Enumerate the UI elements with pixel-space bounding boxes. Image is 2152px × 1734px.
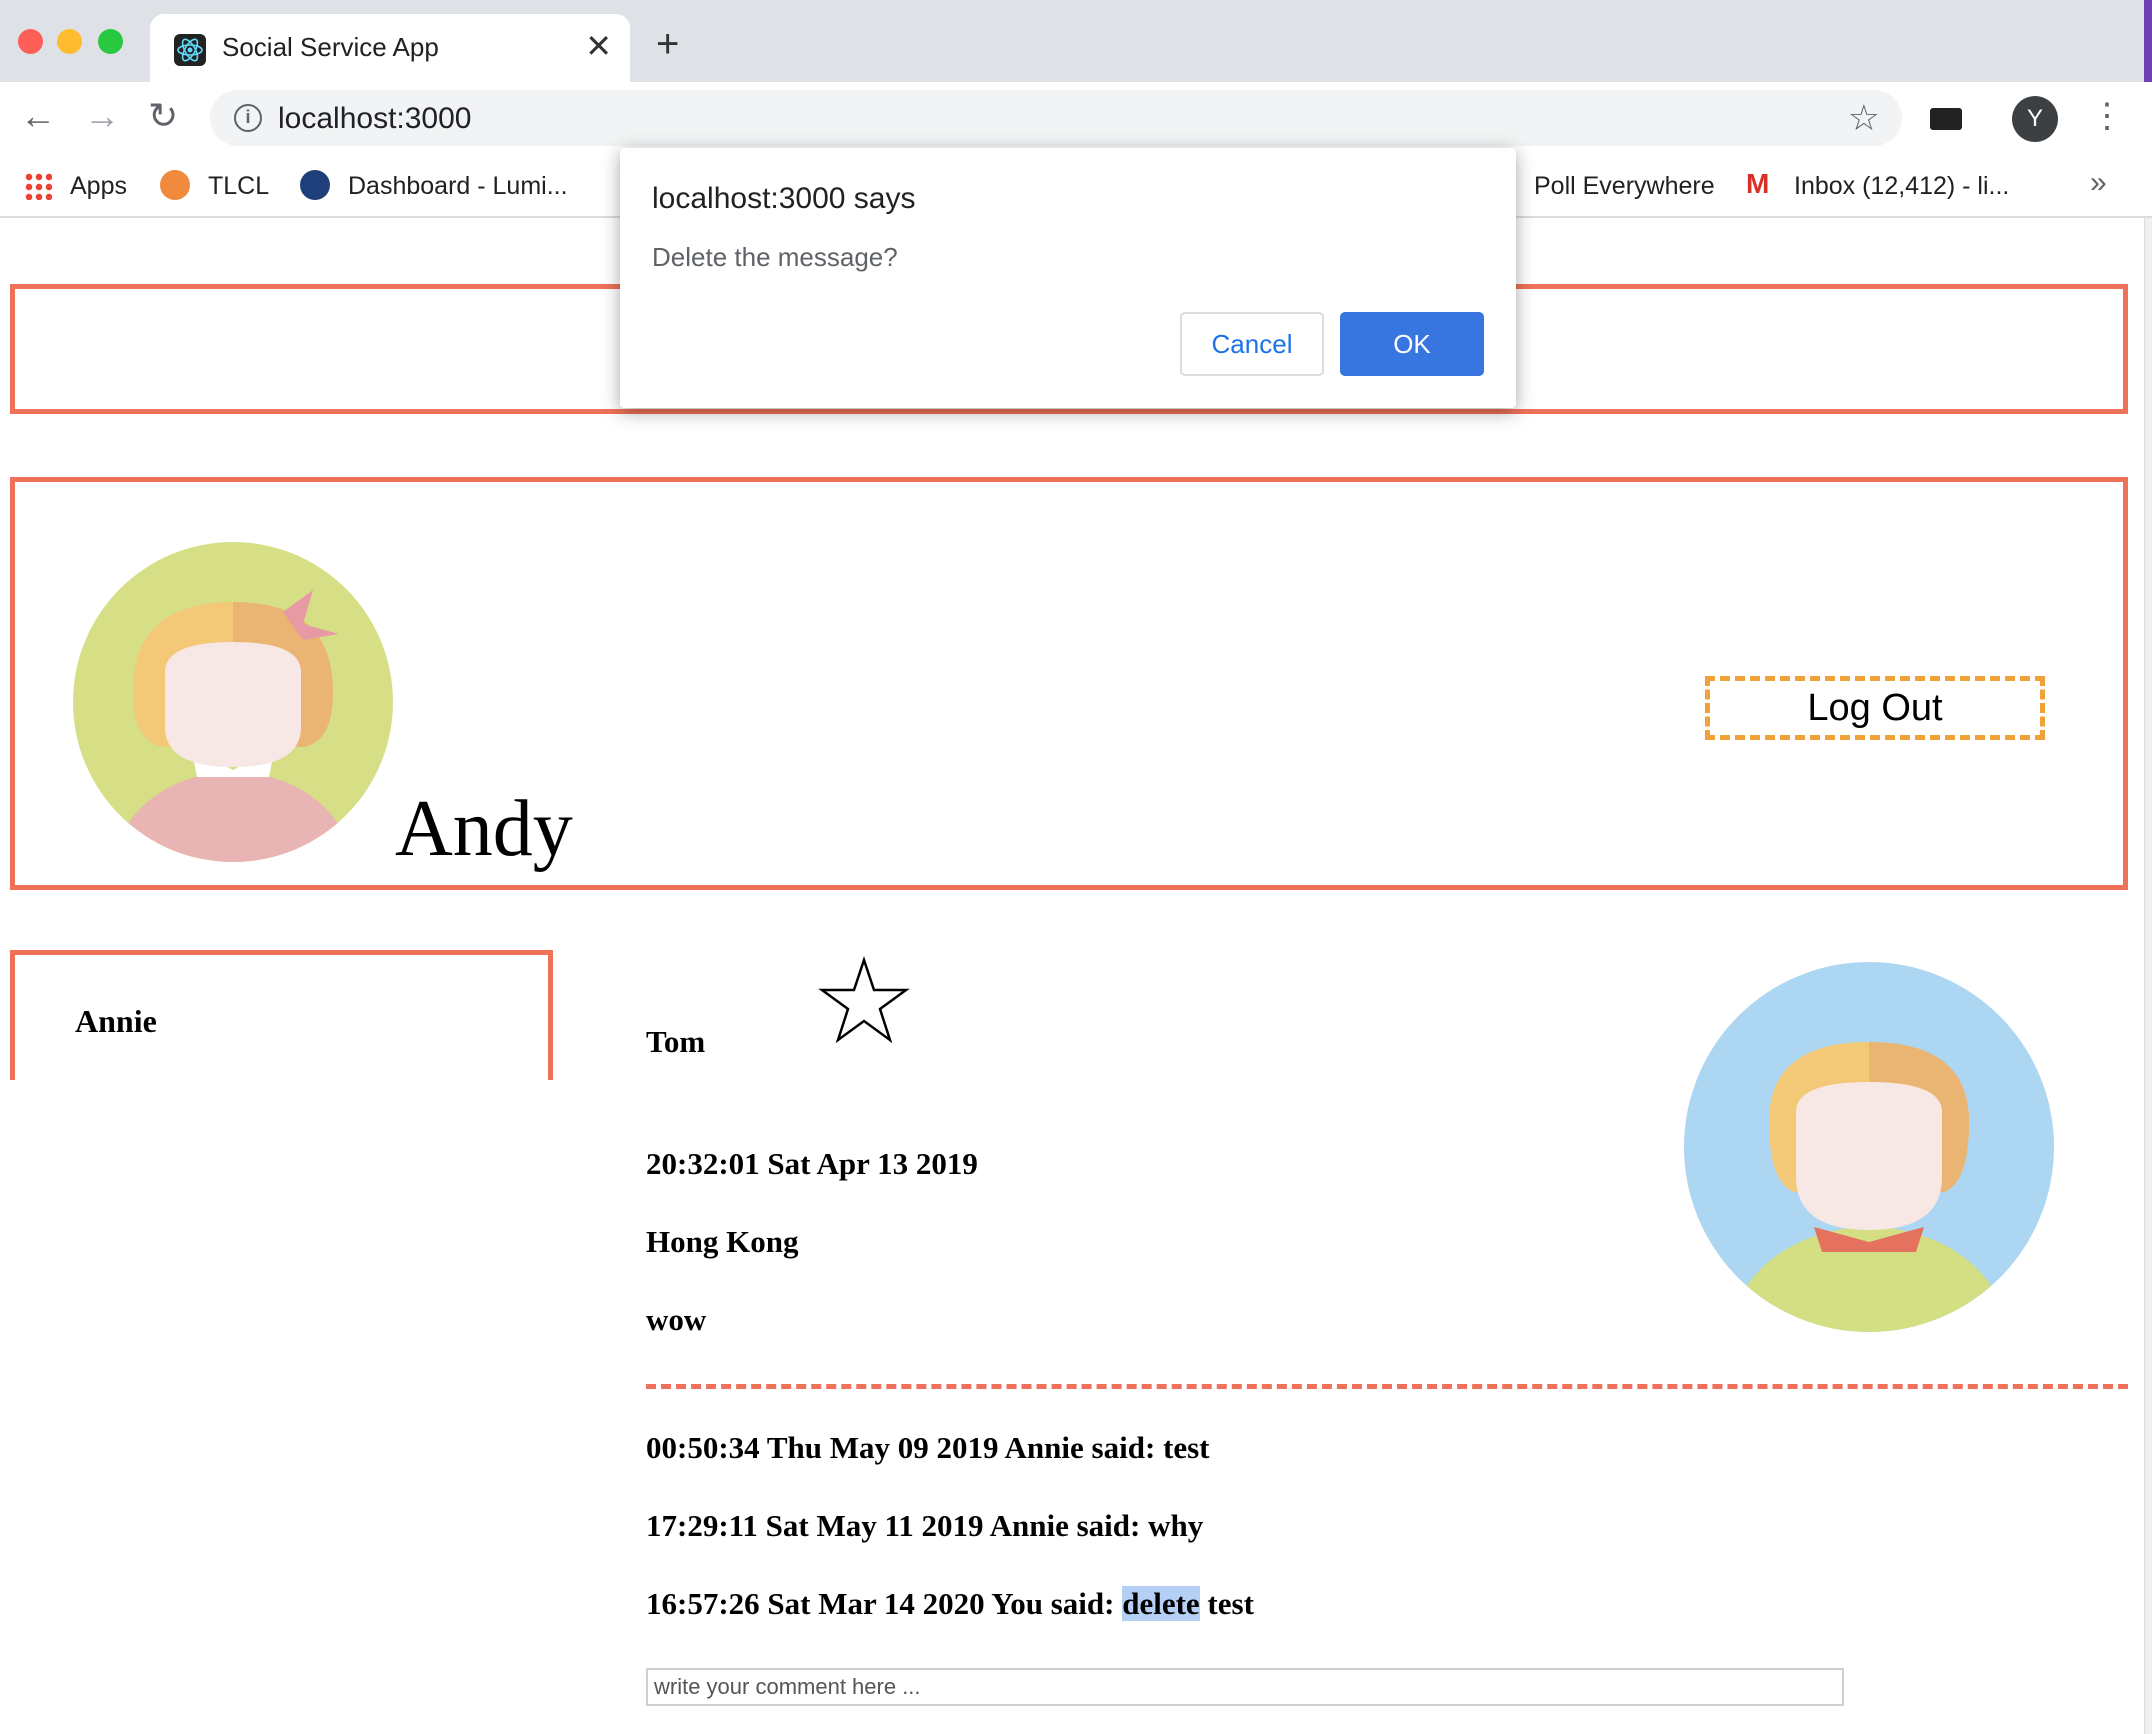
bookmark-label: Dashboard - Lumi... <box>348 172 568 200</box>
more-bookmarks-icon[interactable]: » <box>2090 166 2107 200</box>
post-author-avatar <box>1684 962 2054 1332</box>
confirm-dialog: localhost:3000 says Delete the message? … <box>620 148 1516 408</box>
scrollbar[interactable] <box>2144 218 2152 1734</box>
terminal-extension-icon[interactable] <box>1930 108 1962 130</box>
info-icon[interactable]: i <box>234 104 262 132</box>
window-close-icon[interactable] <box>18 29 43 54</box>
post-location: Hong Kong <box>646 1224 799 1259</box>
url-text: localhost:3000 <box>278 102 472 135</box>
bookmark-star-icon[interactable]: ☆ <box>1848 98 1880 138</box>
star-icon[interactable] <box>818 956 910 1044</box>
browser-menu-icon[interactable]: ⋮ <box>2090 96 2124 136</box>
reload-icon[interactable]: ↻ <box>148 96 178 136</box>
address-bar[interactable]: i localhost:3000 ☆ <box>210 90 1902 146</box>
comment-own[interactable]: 16:57:26 Sat Mar 14 2020 You said: delet… <box>646 1586 1254 1622</box>
window-minimize-icon[interactable] <box>57 29 82 54</box>
forward-arrow-icon[interactable]: → <box>84 96 120 136</box>
react-icon <box>174 34 206 66</box>
profile-panel: Andy Log Out <box>10 477 2128 890</box>
ok-button[interactable]: OK <box>1340 312 1484 376</box>
post-divider <box>646 1384 2128 1389</box>
browser-toolbar: ← → ↻ i localhost:3000 ☆ Y ⋮ <box>0 82 2152 154</box>
comment: 00:50:34 Thu May 09 2019 Annie said: tes… <box>646 1430 1210 1465</box>
comment-input[interactable] <box>646 1668 1844 1706</box>
user-avatar <box>73 542 393 862</box>
comment-suffix: test <box>1199 1586 1254 1621</box>
apps-grid-icon <box>24 172 52 200</box>
browser-tab[interactable]: Social Service App ✕ <box>150 14 630 82</box>
profile-avatar[interactable]: Y <box>2012 96 2058 142</box>
user-name: Andy <box>395 785 573 873</box>
bookmark-label: Poll Everywhere <box>1534 172 1715 200</box>
contact-name: Annie <box>75 1003 157 1039</box>
bookmark-label: TLCL <box>208 172 270 200</box>
cancel-button[interactable]: Cancel <box>1180 312 1324 376</box>
close-tab-icon[interactable]: ✕ <box>585 28 612 64</box>
browser-tab-strip: Social Service App ✕ + <box>0 0 2152 82</box>
post-time: 20:32:01 Sat Apr 13 2019 <box>646 1146 978 1181</box>
tab-title: Social Service App <box>222 32 439 62</box>
gmail-icon: M <box>1746 168 1770 199</box>
comment-prefix: 16:57:26 Sat Mar 14 2020 You said: <box>646 1586 1123 1621</box>
new-tab-icon[interactable]: + <box>656 24 679 64</box>
window-maximize-icon[interactable] <box>98 29 123 54</box>
contact-list-item[interactable]: Annie <box>10 950 553 1080</box>
post-content: wow <box>646 1302 707 1337</box>
dashboard-icon <box>300 170 330 200</box>
dialog-title: localhost:3000 says <box>652 182 916 215</box>
dialog-message: Delete the message? <box>652 242 898 272</box>
log-out-button[interactable]: Log Out <box>1705 676 2045 740</box>
selected-text: delete <box>1122 1586 1200 1621</box>
comment: 17:29:11 Sat May 11 2019 Annie said: why <box>646 1508 1204 1543</box>
bookmark-label: Inbox (12,412) - li... <box>1794 172 2010 200</box>
bookmark-label: Apps <box>70 172 127 200</box>
post-author: Tom <box>646 1024 706 1059</box>
back-arrow-icon[interactable]: ← <box>20 96 56 136</box>
tlcl-icon <box>160 170 190 200</box>
